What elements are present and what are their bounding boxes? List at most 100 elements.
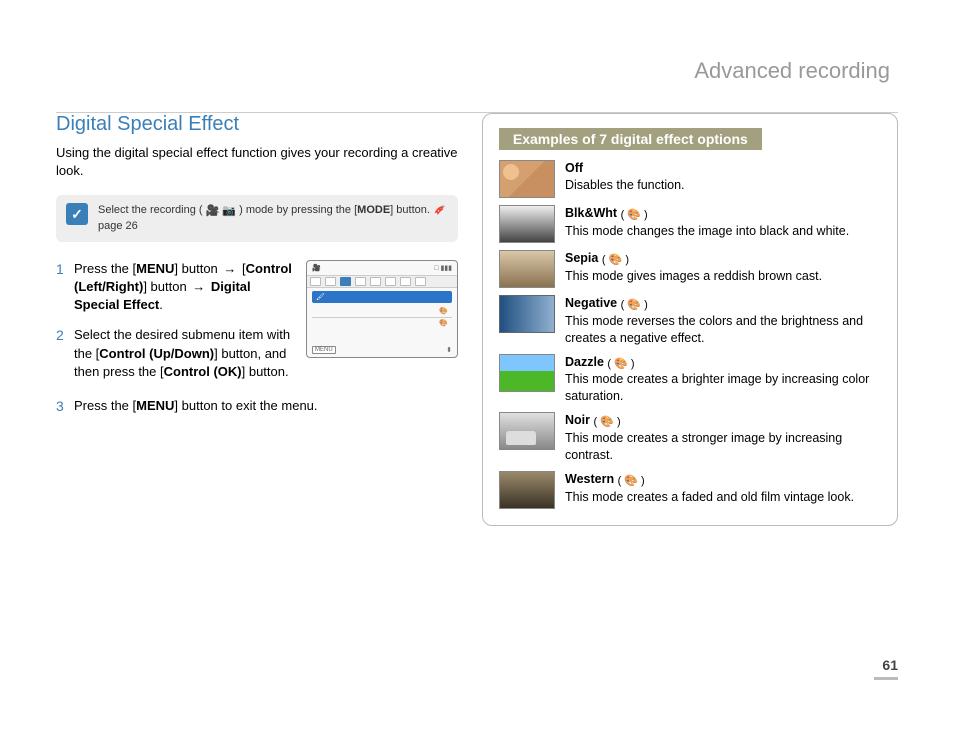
palette-icon: 🎨 bbox=[439, 307, 448, 315]
effect-desc: This mode creates a faded and old film v… bbox=[565, 490, 854, 504]
camera-icon: 📷 bbox=[222, 204, 236, 219]
effect-desc: Disables the function. bbox=[565, 178, 685, 192]
ms-tab bbox=[400, 277, 411, 286]
step-number: 3 bbox=[56, 397, 66, 417]
effect-icon: ( 🎨 ) bbox=[621, 208, 648, 223]
effect-desc: This mode gives images a reddish brown c… bbox=[565, 269, 822, 283]
step-body: Press the [MENU] button to exit the menu… bbox=[74, 397, 458, 417]
ms-tab bbox=[355, 277, 366, 286]
t: ] button bbox=[174, 261, 221, 276]
note-post: ) mode by pressing the [ bbox=[239, 204, 357, 216]
effect-name: Noir bbox=[565, 413, 590, 427]
effect-text: Dazzle ( 🎨 ) This mode creates a brighte… bbox=[565, 354, 881, 406]
battery-icon: □ ▮▮▮ bbox=[434, 264, 452, 272]
effect-icon: ( 🎨 ) bbox=[602, 253, 629, 268]
rec-icon: 🎥 bbox=[312, 264, 321, 272]
effect-western: Western ( 🎨 ) This mode creates a faded … bbox=[499, 471, 881, 509]
effect-text: Negative ( 🎨 ) This mode reverses the co… bbox=[565, 295, 881, 347]
t: MENU bbox=[136, 261, 174, 276]
ms-row: 🎨 bbox=[312, 318, 452, 329]
t: Control (Up/Down) bbox=[99, 346, 214, 361]
t: ] button bbox=[143, 279, 190, 294]
ms-nav-icon: ⬍ bbox=[446, 346, 452, 354]
effect-off: Off Disables the function. bbox=[499, 160, 881, 198]
effect-negative: Negative ( 🎨 ) This mode reverses the co… bbox=[499, 295, 881, 347]
page-number: 61 bbox=[874, 657, 898, 680]
effect-bw: Blk&Wht ( 🎨 ) This mode changes the imag… bbox=[499, 205, 881, 243]
note-mode-label: MODE bbox=[357, 204, 390, 216]
check-icon: ✓ bbox=[66, 203, 88, 225]
effect-name: Western bbox=[565, 472, 614, 486]
effect-desc: This mode changes the image into black a… bbox=[565, 224, 849, 238]
note-pre: Select the recording ( bbox=[98, 204, 203, 216]
effect-name: Sepia bbox=[565, 251, 598, 265]
content-columns: Digital Special Effect Using the digital… bbox=[56, 113, 898, 526]
effect-icon: ( 🎨 ) bbox=[607, 357, 634, 372]
t: MENU bbox=[136, 398, 174, 413]
ms-tab-active bbox=[340, 277, 351, 286]
ms-tab bbox=[325, 277, 336, 286]
ms-tab bbox=[415, 277, 426, 286]
ms-menu-label: MENU bbox=[312, 346, 336, 354]
effect-desc: This mode creates a stronger image by in… bbox=[565, 431, 842, 462]
step-body: Press the [MENU] button → [Control (Left… bbox=[74, 260, 292, 315]
note-tail: ] button. bbox=[390, 204, 433, 216]
video-icon: 🎥 bbox=[206, 204, 220, 219]
ms-tab bbox=[370, 277, 381, 286]
t: ] button. bbox=[242, 364, 289, 379]
thumb-noir bbox=[499, 412, 555, 450]
ms-list: 🖌 🎨 🎨 bbox=[307, 288, 457, 332]
thumb-dazzle bbox=[499, 354, 555, 392]
note-box: ✓ Select the recording ( 🎥 📷 ) mode by p… bbox=[56, 195, 458, 242]
effect-text: Blk&Wht ( 🎨 ) This mode changes the imag… bbox=[565, 205, 849, 243]
step-body: Select the desired submenu item with the… bbox=[74, 326, 292, 381]
step-2: 2 Select the desired submenu item with t… bbox=[56, 326, 292, 381]
t: Control (OK) bbox=[164, 364, 242, 379]
note-page-ref: page 26 bbox=[98, 220, 138, 232]
step-number: 2 bbox=[56, 326, 66, 381]
note-text: Select the recording ( 🎥 📷 ) mode by pre… bbox=[98, 203, 448, 234]
effect-desc: This mode reverses the colors and the br… bbox=[565, 314, 863, 345]
t: Press the [ bbox=[74, 398, 136, 413]
left-column: Digital Special Effect Using the digital… bbox=[56, 113, 458, 526]
step-3: 3 Press the [MENU] button to exit the me… bbox=[56, 397, 458, 417]
ms-tab bbox=[385, 277, 396, 286]
ms-selected-row: 🖌 bbox=[312, 291, 452, 303]
ms-bottom-bar: MENU ⬍ bbox=[312, 346, 452, 354]
step-number: 1 bbox=[56, 260, 66, 315]
thumb-western bbox=[499, 471, 555, 509]
section-title: Digital Special Effect bbox=[56, 113, 458, 136]
page-ref-icon: 🔖 bbox=[434, 204, 446, 217]
effect-text: Off Disables the function. bbox=[565, 160, 685, 198]
effect-desc: This mode creates a brighter image by in… bbox=[565, 372, 869, 403]
effect-noir: Noir ( 🎨 ) This mode creates a stronger … bbox=[499, 412, 881, 464]
effect-sepia: Sepia ( 🎨 ) This mode gives images a red… bbox=[499, 250, 881, 288]
thumb-off bbox=[499, 160, 555, 198]
steps-list: 1 Press the [MENU] button → [Control (Le… bbox=[56, 260, 292, 393]
effect-text: Sepia ( 🎨 ) This mode gives images a red… bbox=[565, 250, 822, 288]
ms-tab bbox=[310, 277, 321, 286]
effects-header: Examples of 7 digital effect options bbox=[499, 128, 762, 150]
effect-name: Negative bbox=[565, 296, 617, 310]
effect-text: Noir ( 🎨 ) This mode creates a stronger … bbox=[565, 412, 881, 464]
arrow-icon: → bbox=[190, 278, 207, 296]
effect-name: Off bbox=[565, 161, 583, 175]
effect-dazzle: Dazzle ( 🎨 ) This mode creates a brighte… bbox=[499, 354, 881, 406]
thumb-neg bbox=[499, 295, 555, 333]
manual-page: Advanced recording Digital Special Effec… bbox=[0, 0, 954, 730]
t: . bbox=[159, 297, 163, 312]
brush-icon: 🖌 bbox=[316, 293, 325, 301]
t: ] button to exit the menu. bbox=[174, 398, 317, 413]
effect-name: Dazzle bbox=[565, 355, 604, 369]
chapter-title: Advanced recording bbox=[56, 58, 898, 90]
ms-tabs bbox=[307, 275, 457, 288]
effects-panel: Examples of 7 digital effect options Off… bbox=[482, 113, 898, 526]
effects-header-text: Examples of 7 digital effect options bbox=[513, 131, 748, 147]
effect-name: Blk&Wht bbox=[565, 206, 617, 220]
ms-status-bar: 🎥 □ ▮▮▮ bbox=[307, 261, 457, 275]
section-intro: Using the digital special effect functio… bbox=[56, 144, 458, 179]
camera-menu-preview: 🎥 □ ▮▮▮ 🖌 🎨 bbox=[306, 260, 458, 358]
t: Press the [ bbox=[74, 261, 136, 276]
thumb-sepia bbox=[499, 250, 555, 288]
palette-icon: 🎨 bbox=[439, 319, 448, 327]
